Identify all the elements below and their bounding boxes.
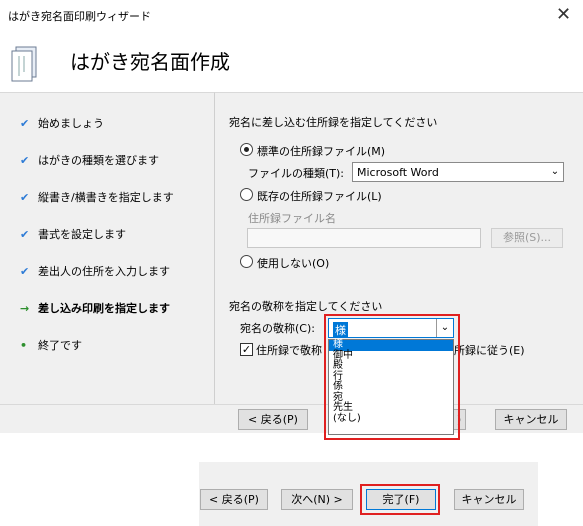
step-3: ✔ 縦書き/横書きを指定します	[20, 191, 174, 204]
honorific-heading: 宛名の敬称を指定してください	[229, 300, 383, 313]
postcard-icon	[11, 46, 37, 82]
step-6-current: → 差し込み印刷を指定します	[20, 302, 170, 315]
highlight-box	[324, 314, 460, 440]
step-7: • 終了です	[20, 339, 82, 352]
bullet-icon: •	[20, 339, 28, 352]
check-icon: ✔	[20, 154, 30, 167]
step-4: ✔ 書式を設定します	[20, 228, 126, 241]
radio-existing-label: 既存の住所録ファイル(L)	[257, 190, 382, 203]
check-icon: ✔	[20, 191, 30, 204]
close-icon[interactable]: ✕	[556, 4, 571, 25]
radio-none-label: 使用しない(O)	[257, 257, 330, 270]
cancel-button[interactable]: キャンセル	[495, 409, 567, 430]
title-bar: はがき宛名面印刷ウィザード ✕	[0, 0, 583, 30]
steps-pane: ✔ 始めましょう ✔ はがきの種類を選びます ✔ 縦書き/横書きを指定します ✔ 書式を…	[0, 92, 214, 405]
step-5: ✔ 差出人の住所を入力します	[20, 265, 170, 278]
browse-button[interactable]: 参照(S)...	[491, 228, 563, 248]
crop-cancel-button[interactable]: キャンセル	[454, 489, 524, 510]
checkbox-label-right: 所録に従う(E)	[454, 344, 525, 357]
file-type-label: ファイルの種類(T):	[248, 167, 345, 180]
banner: はがき宛名面作成	[0, 30, 583, 92]
file-name-label: 住所録ファイル名	[248, 212, 336, 225]
radio-standard[interactable]	[240, 143, 253, 156]
finish-highlight-box	[360, 484, 440, 515]
crop-back-button[interactable]: < 戻る(P)	[200, 489, 268, 510]
chevron-down-icon: ⌄	[550, 166, 560, 177]
honorific-label: 宛名の敬称(C):	[240, 322, 315, 335]
radio-standard-label: 標準の住所録ファイル(M)	[257, 145, 386, 158]
arrow-right-icon: →	[20, 302, 30, 315]
use-address-honorific-checkbox[interactable]: ✓	[240, 343, 253, 356]
check-icon: ✔	[20, 228, 30, 241]
step-2: ✔ はがきの種類を選びます	[20, 154, 159, 167]
radio-existing[interactable]	[240, 188, 253, 201]
back-button[interactable]: < 戻る(P)	[238, 409, 308, 430]
address-heading: 宛名に差し込む住所録を指定してください	[229, 116, 438, 129]
window-title: はがき宛名面印刷ウィザード	[8, 10, 151, 23]
page-title: はがき宛名面作成	[70, 50, 230, 74]
file-name-input[interactable]	[247, 228, 481, 248]
check-icon: ✔	[20, 117, 30, 130]
checkbox-label-left: 住所録で敬称	[256, 344, 322, 357]
crop-next-button[interactable]: 次へ(N) >	[281, 489, 353, 510]
step-1: ✔ 始めましょう	[20, 117, 104, 130]
radio-none[interactable]	[240, 255, 253, 268]
file-type-select[interactable]: Microsoft Word ⌄	[352, 162, 564, 182]
check-icon: ✔	[20, 265, 30, 278]
